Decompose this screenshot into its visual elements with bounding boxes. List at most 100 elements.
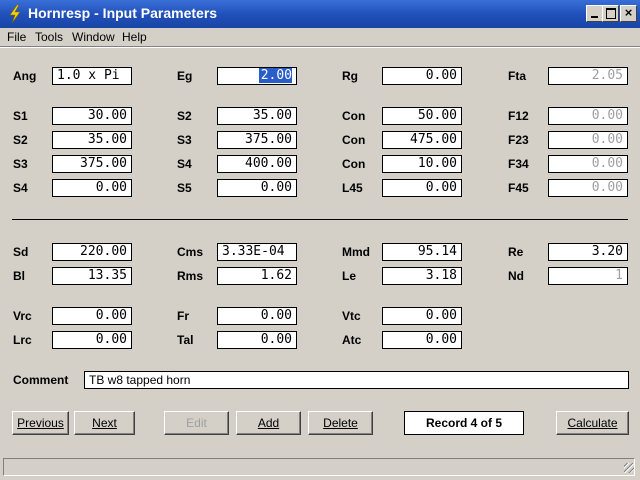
title-bar[interactable]: Hornresp - Input Parameters × — [0, 0, 640, 28]
param-field-s3[interactable]: 375.00 — [217, 131, 297, 149]
param-field-f34: 0.00 — [548, 155, 628, 173]
param-value: 0.00 — [260, 332, 292, 347]
add-button[interactable]: Add — [236, 411, 301, 435]
param-field-rg[interactable]: 0.00 — [382, 67, 462, 85]
param-label-fta: Fta — [508, 69, 526, 83]
param-value: 0.00 — [591, 180, 623, 195]
param-label-s5: S5 — [177, 181, 192, 195]
param-value: 35.00 — [87, 132, 127, 147]
param-label-bl: Bl — [13, 269, 25, 283]
param-label-eg: Eg — [177, 69, 193, 83]
next-button[interactable]: Next — [74, 411, 135, 435]
param-label-vrc: Vrc — [13, 309, 32, 323]
param-value: 0.00 — [260, 180, 292, 195]
param-field-fta: 2.05 — [548, 67, 628, 85]
comment-field[interactable]: TB w8 tapped horn — [84, 371, 629, 389]
calculate-button[interactable]: Calculate — [556, 411, 629, 435]
param-label-s3: S3 — [177, 133, 192, 147]
param-field-eg[interactable]: 2.00 — [217, 67, 297, 85]
param-field-s2[interactable]: 35.00 — [217, 107, 297, 125]
menu-tools[interactable]: Tools — [35, 30, 63, 44]
param-field-con[interactable]: 475.00 — [382, 131, 462, 149]
menu-help[interactable]: Help — [122, 30, 147, 44]
param-value: 0.00 — [591, 108, 623, 123]
param-label-f23: F23 — [508, 133, 529, 147]
param-value: 0.00 — [591, 132, 623, 147]
param-field-f23: 0.00 — [548, 131, 628, 149]
param-field-cms[interactable]: 3.33E-04 — [217, 243, 297, 261]
edit-button[interactable]: Edit — [164, 411, 229, 435]
param-value: 1.62 — [260, 268, 292, 283]
app-window: Hornresp - Input Parameters × File Tools… — [0, 0, 640, 480]
param-value: 1 — [615, 268, 623, 283]
param-field-con[interactable]: 10.00 — [382, 155, 462, 173]
param-label-s1: S1 — [13, 109, 28, 123]
param-value: 0.00 — [260, 308, 292, 323]
param-label-atc: Atc — [342, 333, 362, 347]
param-field-con[interactable]: 50.00 — [382, 107, 462, 125]
param-field-s4[interactable]: 0.00 — [52, 179, 132, 197]
minimize-button[interactable] — [586, 5, 603, 22]
param-field-mmd[interactable]: 95.14 — [382, 243, 462, 261]
param-label-s4: S4 — [177, 157, 192, 171]
param-value: 2.00 — [258, 68, 292, 83]
param-field-rms[interactable]: 1.62 — [217, 267, 297, 285]
param-label-vtc: Vtc — [342, 309, 361, 323]
close-icon: × — [624, 5, 633, 20]
maximize-button[interactable] — [602, 5, 619, 22]
param-field-lrc[interactable]: 0.00 — [52, 331, 132, 349]
comment-label: Comment — [13, 373, 69, 387]
param-value: 220.00 — [80, 244, 127, 259]
close-button[interactable]: × — [620, 5, 637, 22]
param-field-nd: 1 — [548, 267, 628, 285]
param-value: 3.33E-04 — [222, 244, 285, 259]
param-field-vtc[interactable]: 0.00 — [382, 307, 462, 325]
param-label-l45: L45 — [342, 181, 363, 195]
param-field-f45: 0.00 — [548, 179, 628, 197]
menu-bar: File Tools Window Help — [0, 28, 640, 46]
param-value: 13.35 — [87, 268, 127, 283]
param-value: 0.00 — [591, 156, 623, 171]
param-value: 2.05 — [591, 68, 623, 83]
param-value: 3.18 — [425, 268, 457, 283]
param-value: 400.00 — [245, 156, 292, 171]
param-field-ang[interactable]: 1.0 x Pi — [52, 67, 132, 85]
param-field-bl[interactable]: 13.35 — [52, 267, 132, 285]
param-field-s1[interactable]: 30.00 — [52, 107, 132, 125]
param-label-rms: Rms — [177, 269, 204, 283]
param-field-fr[interactable]: 0.00 — [217, 307, 297, 325]
param-value: 475.00 — [410, 132, 457, 147]
lightning-bolt-icon — [9, 5, 21, 23]
param-value: 0.00 — [425, 308, 457, 323]
param-value: 375.00 — [80, 156, 127, 171]
param-field-le[interactable]: 3.18 — [382, 267, 462, 285]
param-field-vrc[interactable]: 0.00 — [52, 307, 132, 325]
param-field-tal[interactable]: 0.00 — [217, 331, 297, 349]
param-label-con: Con — [342, 157, 366, 171]
record-indicator: Record 4 of 5 — [404, 411, 524, 435]
param-field-s3[interactable]: 375.00 — [52, 155, 132, 173]
param-label-mmd: Mmd — [342, 245, 370, 259]
param-label-s2: S2 — [177, 109, 192, 123]
param-label-nd: Nd — [508, 269, 524, 283]
param-label-rg: Rg — [342, 69, 358, 83]
param-value: 0.00 — [95, 180, 127, 195]
delete-button[interactable]: Delete — [308, 411, 373, 435]
param-field-sd[interactable]: 220.00 — [52, 243, 132, 261]
menu-file[interactable]: File — [7, 30, 26, 44]
param-value: 3.20 — [591, 244, 623, 259]
param-value: 0.00 — [95, 308, 127, 323]
resize-grip-icon[interactable] — [624, 463, 634, 473]
param-field-l45[interactable]: 0.00 — [382, 179, 462, 197]
menu-window[interactable]: Window — [72, 30, 115, 44]
param-field-re[interactable]: 3.20 — [548, 243, 628, 261]
section-divider — [12, 219, 628, 220]
param-value: 0.00 — [425, 332, 457, 347]
param-field-atc[interactable]: 0.00 — [382, 331, 462, 349]
previous-button[interactable]: Previous — [12, 411, 69, 435]
param-field-s4[interactable]: 400.00 — [217, 155, 297, 173]
param-field-s5[interactable]: 0.00 — [217, 179, 297, 197]
param-label-con: Con — [342, 133, 366, 147]
param-value: 375.00 — [245, 132, 292, 147]
param-field-s2[interactable]: 35.00 — [52, 131, 132, 149]
